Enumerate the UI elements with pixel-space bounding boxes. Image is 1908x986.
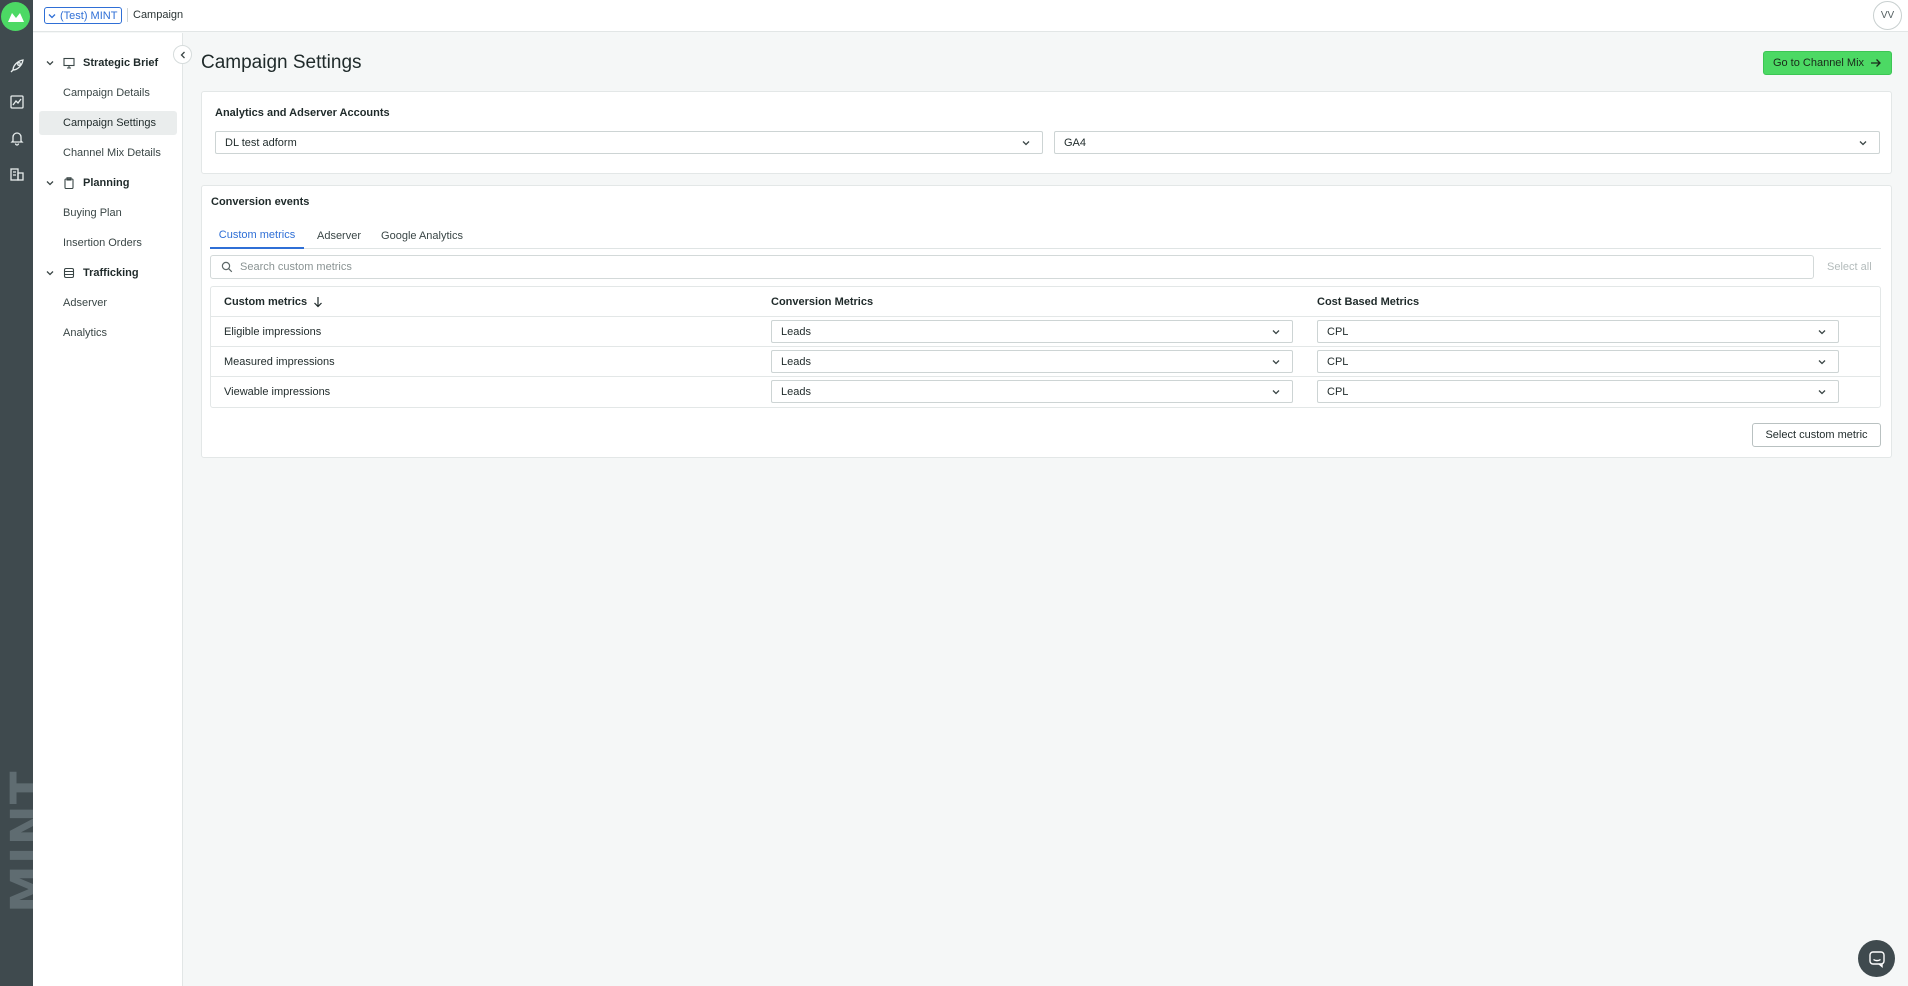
rocket-icon[interactable] bbox=[7, 56, 26, 75]
clipboard-icon bbox=[63, 177, 77, 189]
sidebar-item-insertion-orders[interactable]: Insertion Orders bbox=[39, 231, 177, 255]
conversion-tabs: Custom metrics Adserver Google Analytics bbox=[210, 222, 1881, 249]
sidebar-item-buying-plan[interactable]: Buying Plan bbox=[39, 201, 177, 225]
sidebar-section-strategic-brief[interactable]: Strategic Brief bbox=[33, 51, 183, 75]
chevron-down-icon bbox=[48, 13, 56, 18]
chevron-down-icon bbox=[1818, 360, 1826, 365]
metric-name: Eligible impressions bbox=[224, 326, 322, 338]
metric-name: Viewable impressions bbox=[224, 386, 331, 398]
collapse-sidebar-button[interactable] bbox=[173, 45, 192, 64]
conversion-metric-select[interactable]: Leads bbox=[771, 380, 1293, 403]
adserver-account-select[interactable]: DL test adform bbox=[215, 131, 1043, 154]
select-all-button[interactable]: Select all bbox=[1827, 261, 1872, 273]
cost-metric-value: CPL bbox=[1327, 355, 1349, 368]
adserver-account-value: DL test adform bbox=[225, 136, 297, 149]
chevron-down-icon bbox=[1859, 141, 1867, 146]
conversion-metric-select[interactable]: Leads bbox=[771, 350, 1293, 373]
metric-name: Measured impressions bbox=[224, 356, 335, 368]
cost-metric-value: CPL bbox=[1327, 385, 1349, 398]
chevron-down-icon bbox=[1272, 360, 1280, 365]
chevron-left-icon bbox=[180, 51, 185, 58]
icon-rail: MINT bbox=[0, 0, 57, 986]
org-label: (Test) MINT bbox=[60, 9, 118, 22]
chevron-down-icon bbox=[1818, 330, 1826, 335]
cost-metric-select[interactable]: CPL bbox=[1317, 350, 1839, 373]
presentation-icon bbox=[63, 57, 77, 69]
org-switcher[interactable]: (Test) MINT bbox=[44, 7, 123, 24]
sidebar-section-label: Planning bbox=[83, 177, 130, 189]
building-icon[interactable] bbox=[7, 164, 26, 183]
table-row: Measured impressions Leads CPL bbox=[211, 347, 1880, 377]
sidebar-item-adserver[interactable]: Adserver bbox=[39, 291, 177, 315]
page-title: Campaign Settings bbox=[201, 52, 362, 73]
avatar[interactable]: VV bbox=[1873, 1, 1902, 30]
sidebar-item-campaign-details[interactable]: Campaign Details bbox=[39, 81, 177, 105]
sidebar-section-label: Strategic Brief bbox=[83, 57, 159, 69]
chevron-down-icon bbox=[1272, 390, 1280, 395]
chat-icon bbox=[1868, 950, 1885, 968]
search-field[interactable] bbox=[210, 255, 1814, 279]
arrow-right-icon bbox=[1871, 59, 1881, 67]
column-header-custom-metrics[interactable]: Custom metrics bbox=[224, 296, 323, 308]
analytics-account-select[interactable]: GA4 bbox=[1054, 131, 1880, 154]
sidebar-section-label: Trafficking bbox=[83, 267, 139, 279]
search-input[interactable] bbox=[240, 261, 1740, 273]
top-bar: (Test) MINT Campaign VV bbox=[33, 0, 1908, 32]
tab-google-analytics[interactable]: Google Analytics bbox=[378, 222, 466, 249]
tab-custom-metrics[interactable]: Custom metrics bbox=[210, 222, 304, 249]
cost-metric-select[interactable]: CPL bbox=[1317, 380, 1839, 403]
accounts-card: Analytics and Adserver Accounts DL test … bbox=[201, 91, 1892, 174]
breadcrumb-divider bbox=[127, 8, 128, 22]
cta-label: Go to Channel Mix bbox=[1772, 57, 1865, 69]
cost-metric-value: CPL bbox=[1327, 325, 1349, 338]
table-row: Viewable impressions Leads CPL bbox=[211, 377, 1880, 407]
sidebar-section-trafficking[interactable]: Trafficking bbox=[33, 261, 183, 285]
sidebar-section-planning[interactable]: Planning bbox=[33, 171, 183, 195]
chart-icon[interactable] bbox=[7, 92, 26, 111]
chevron-down-icon bbox=[45, 58, 57, 68]
go-to-channel-mix-button[interactable]: Go to Channel Mix bbox=[1763, 51, 1892, 75]
sidebar-item-analytics[interactable]: Analytics bbox=[39, 321, 177, 345]
sidebar-item-channel-mix-details[interactable]: Channel Mix Details bbox=[39, 141, 177, 165]
chat-support-button[interactable] bbox=[1858, 940, 1895, 977]
column-label: Custom metrics bbox=[224, 296, 308, 308]
cost-metric-select[interactable]: CPL bbox=[1317, 320, 1839, 343]
column-header-conversion-metrics: Conversion Metrics bbox=[771, 296, 874, 308]
database-icon bbox=[63, 267, 77, 279]
arrow-down-icon bbox=[314, 297, 323, 308]
sidebar-item-campaign-settings[interactable]: Campaign Settings bbox=[39, 111, 177, 135]
chevron-down-icon bbox=[45, 268, 57, 278]
table-row: Eligible impressions Leads CPL bbox=[211, 317, 1880, 347]
conversion-metric-select[interactable]: Leads bbox=[771, 320, 1293, 343]
chevron-down-icon bbox=[45, 178, 57, 188]
accounts-card-title: Analytics and Adserver Accounts bbox=[215, 107, 390, 119]
conversion-metric-value: Leads bbox=[781, 325, 811, 338]
column-header-cost-based-metrics: Cost Based Metrics bbox=[1317, 296, 1420, 308]
table-header: Custom metrics Conversion Metrics Cost B… bbox=[211, 287, 1880, 317]
sidebar: Strategic Brief Campaign Details Campaig… bbox=[33, 33, 183, 986]
analytics-account-value: GA4 bbox=[1064, 136, 1087, 149]
breadcrumb-page[interactable]: Campaign bbox=[133, 9, 183, 21]
bell-icon[interactable] bbox=[7, 128, 26, 147]
search-icon bbox=[221, 261, 233, 273]
chevron-down-icon bbox=[1272, 330, 1280, 335]
conversion-metric-value: Leads bbox=[781, 385, 811, 398]
conversion-card-title: Conversion events bbox=[211, 196, 310, 208]
select-custom-metric-button[interactable]: Select custom metric bbox=[1752, 423, 1881, 447]
chevron-down-icon bbox=[1022, 141, 1030, 146]
tab-adserver[interactable]: Adserver bbox=[314, 222, 364, 249]
conversion-metric-value: Leads bbox=[781, 355, 811, 368]
custom-metrics-table: Custom metrics Conversion Metrics Cost B… bbox=[210, 286, 1881, 408]
chevron-down-icon bbox=[1818, 390, 1826, 395]
mint-logo-icon[interactable] bbox=[1, 2, 30, 31]
